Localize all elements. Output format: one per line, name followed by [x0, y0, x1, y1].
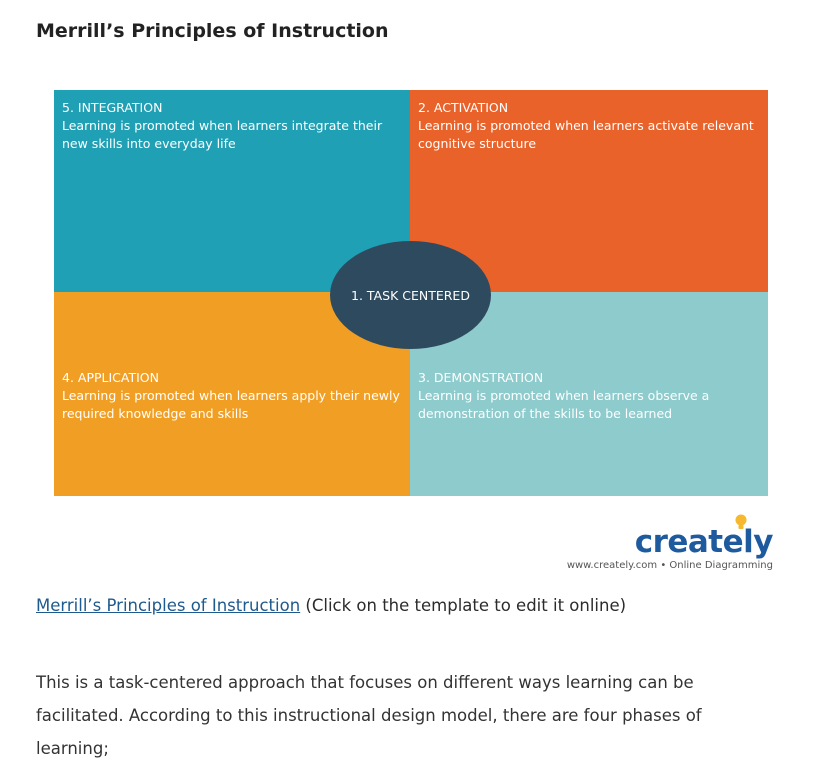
- quadrant-description: Learning is promoted when learners obser…: [418, 388, 710, 421]
- quadrant-description: Learning is promoted when learners activ…: [418, 118, 754, 151]
- quadrant-title: 4. APPLICATION: [62, 370, 159, 385]
- body-paragraph: This is a task-centered approach that fo…: [36, 673, 702, 758]
- quadrant-title: 5. INTEGRATION: [62, 100, 163, 115]
- merrill-diagram[interactable]: 5. INTEGRATION Learning is promoted when…: [54, 90, 768, 496]
- caption-note: (Click on the template to edit it online…: [300, 596, 627, 615]
- caption: Merrill’s Principles of Instruction (Cli…: [36, 596, 626, 615]
- logo-tagline: www.creately.com • Online Diagramming: [566, 560, 773, 571]
- quadrant-title: 2. ACTIVATION: [418, 100, 509, 115]
- center-ellipse: 1. TASK CENTERED: [330, 241, 491, 349]
- quadrant-description: Learning is promoted when learners integ…: [62, 118, 383, 151]
- logo-wordmark: creately: [634, 524, 774, 560]
- template-link[interactable]: Merrill’s Principles of Instruction: [36, 596, 300, 615]
- creately-logo: creately www.creately.com • Online Diagr…: [560, 512, 780, 576]
- center-label: 1. TASK CENTERED: [351, 287, 470, 303]
- quadrant-title: 3. DEMONSTRATION: [418, 370, 544, 385]
- page-title: Merrill’s Principles of Instruction: [36, 20, 389, 42]
- quadrant-description: Learning is promoted when learners apply…: [62, 388, 400, 421]
